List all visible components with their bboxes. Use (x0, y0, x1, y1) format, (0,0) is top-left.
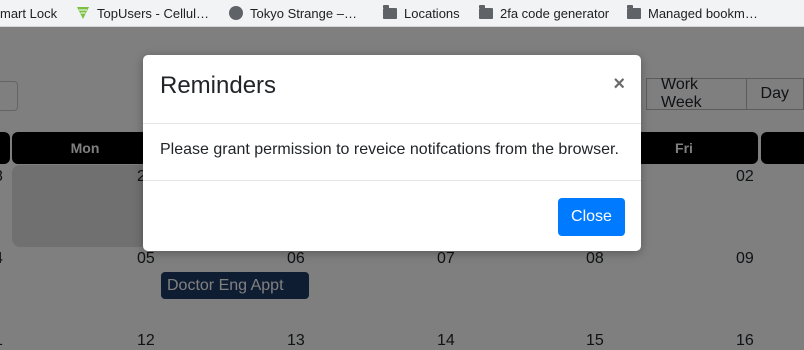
bookmarks-bar: mart Lock TopUsers - Cellul… Tokyo Stran… (0, 0, 804, 27)
bookmark-folder-locations[interactable]: Locations (383, 0, 460, 26)
modal-header: Reminders × (143, 55, 641, 124)
bookmark-label: mart Lock (0, 5, 58, 21)
folder-icon (627, 4, 641, 19)
bookmark-label: Tokyo Strange –… (250, 5, 357, 21)
close-icon[interactable]: × (613, 73, 625, 96)
bookmark-label: Managed bookm… (648, 5, 758, 21)
bookmark-topusers[interactable]: TopUsers - Cellul… (76, 0, 209, 26)
bookmark-label: 2fa code generator (500, 5, 610, 21)
folder-icon (479, 4, 493, 19)
folder-icon (383, 4, 397, 19)
bookmark-smart-lock[interactable]: mart Lock (0, 0, 57, 26)
modal-message: Please grant permission to reveice notif… (160, 141, 619, 158)
bookmark-folder-2fa[interactable]: 2fa code generator (479, 0, 609, 26)
close-button[interactable]: Close (558, 198, 625, 236)
bookmark-folder-managed[interactable]: Managed bookm… (627, 0, 758, 26)
bookmark-label: Locations (404, 5, 460, 21)
signal-icon (77, 7, 89, 19)
modal-footer: Close (143, 181, 641, 252)
globe-icon (229, 6, 243, 20)
modal-body: Please grant permission to reveice notif… (143, 124, 641, 181)
bookmark-label: TopUsers - Cellul… (97, 5, 209, 21)
modal-title: Reminders (160, 72, 277, 99)
bookmark-tokyo-strange[interactable]: Tokyo Strange –… (229, 0, 357, 26)
reminders-modal: Reminders × Please grant permission to r… (143, 55, 641, 251)
